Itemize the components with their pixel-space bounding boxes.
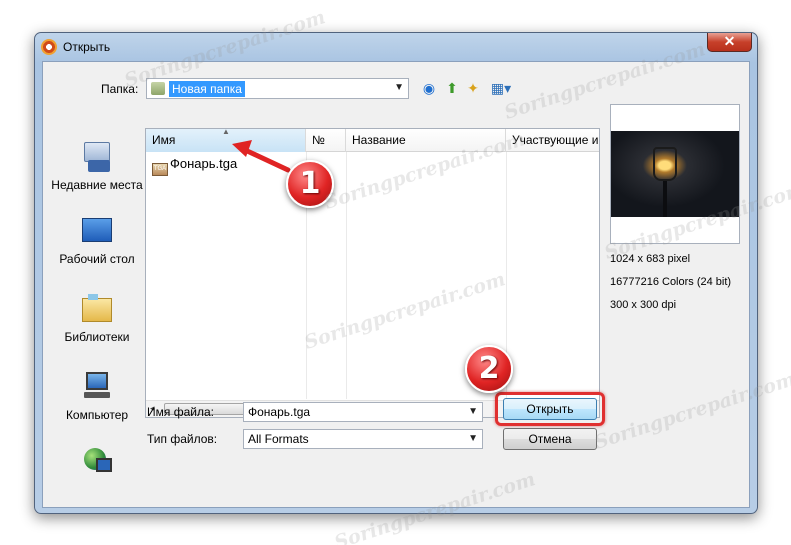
step-1-badge: 1 bbox=[286, 160, 334, 208]
step-2-badge: 2 bbox=[465, 345, 513, 393]
pointer-arrow-line bbox=[240, 146, 291, 173]
annotation-layer bbox=[232, 140, 291, 173]
